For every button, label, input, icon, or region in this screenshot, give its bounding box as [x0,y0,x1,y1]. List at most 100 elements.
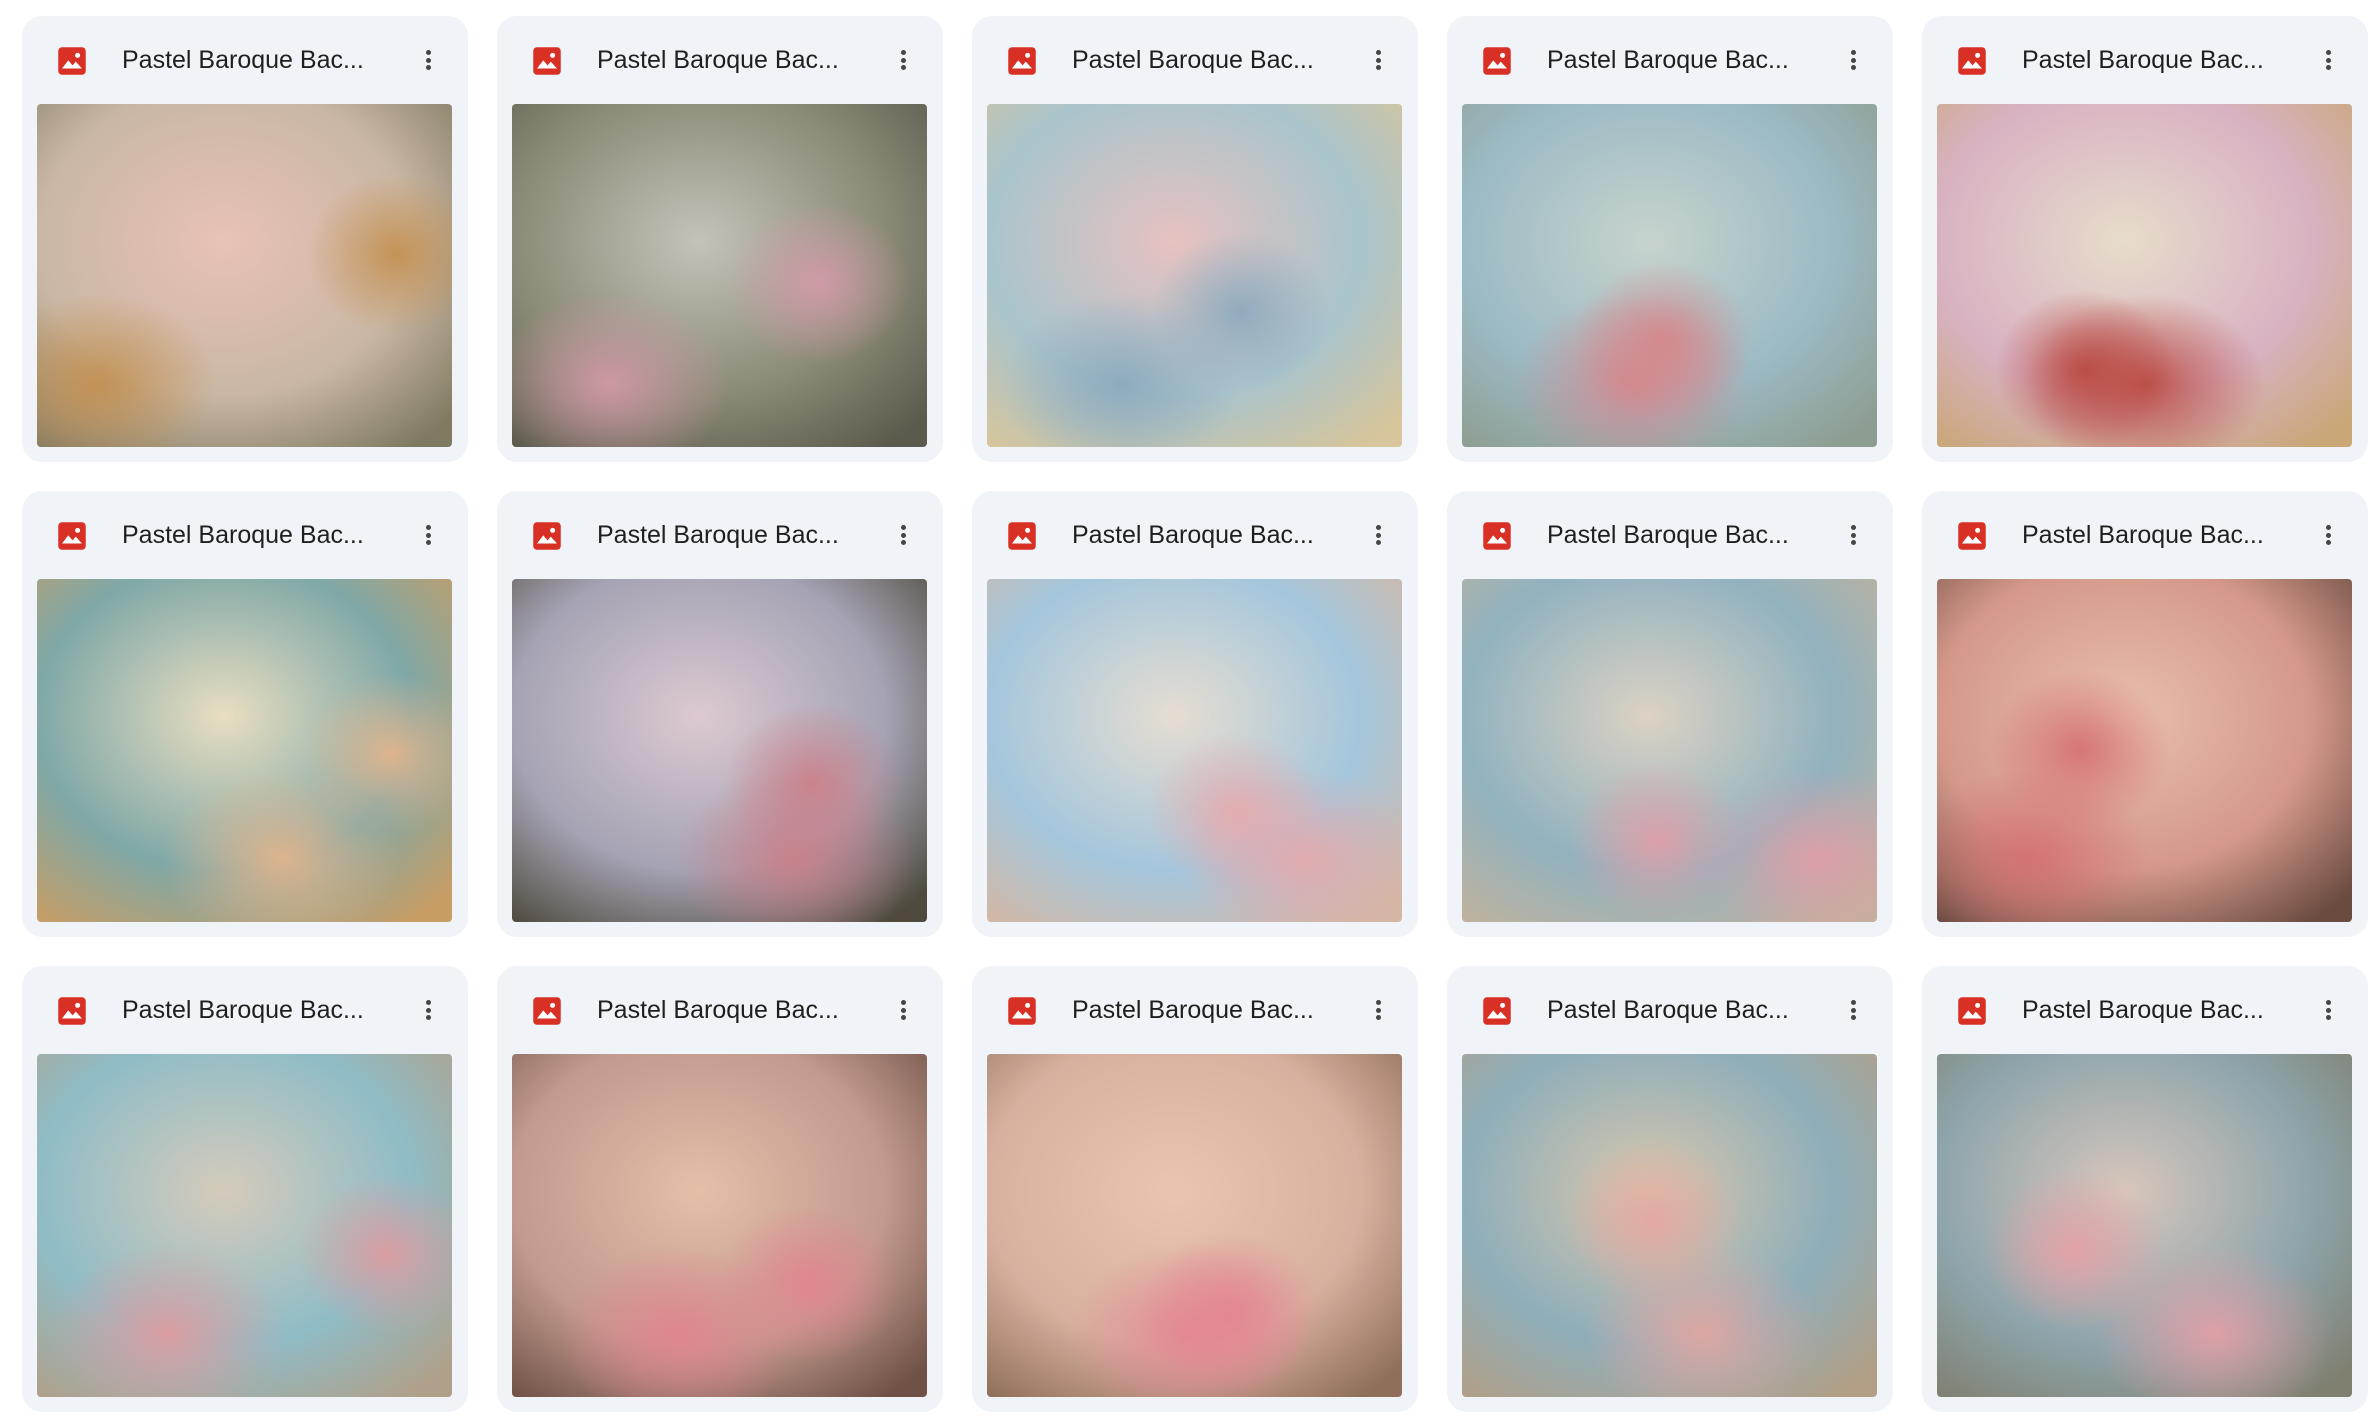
file-thumbnail[interactable] [1462,104,1877,447]
image-file-icon [1957,996,1987,1026]
image-file-icon [57,521,87,551]
file-card[interactable]: Pastel Baroque Bac... [22,966,468,1412]
file-card[interactable]: Pastel Baroque Bac... [972,966,1418,1412]
more-actions-button[interactable] [2306,988,2350,1032]
more-vert-icon [2325,523,2331,548]
more-vert-icon [425,523,431,548]
file-name: Pastel Baroque Bac... [1547,996,1789,1024]
image-file-icon [532,521,562,551]
file-thumbnail[interactable] [37,1054,452,1397]
file-thumbnail[interactable] [987,1054,1402,1397]
file-card-header: Pastel Baroque Bac... [1922,491,2368,579]
more-actions-button[interactable] [1356,38,1400,82]
file-card[interactable]: Pastel Baroque Bac... [22,491,468,937]
more-actions-button[interactable] [881,988,925,1032]
file-name: Pastel Baroque Bac... [122,46,364,74]
file-name: Pastel Baroque Bac... [122,521,364,549]
more-actions-button[interactable] [1356,988,1400,1032]
file-card-header: Pastel Baroque Bac... [1447,16,1893,104]
more-vert-icon [900,998,906,1023]
file-thumbnail[interactable] [512,1054,927,1397]
more-actions-button[interactable] [406,988,450,1032]
file-card[interactable]: Pastel Baroque Bac... [1447,491,1893,937]
file-thumbnail[interactable] [1462,1054,1877,1397]
file-thumbnail[interactable] [987,104,1402,447]
file-thumbnail[interactable] [512,104,927,447]
more-actions-button[interactable] [1831,513,1875,557]
more-vert-icon [900,523,906,548]
file-card-header: Pastel Baroque Bac... [497,16,943,104]
file-name: Pastel Baroque Bac... [2022,996,2264,1024]
file-thumbnail[interactable] [1937,1054,2352,1397]
more-vert-icon [1375,998,1381,1023]
file-name: Pastel Baroque Bac... [1072,46,1314,74]
file-card[interactable]: Pastel Baroque Bac... [497,16,943,462]
file-card-header: Pastel Baroque Bac... [1922,966,2368,1054]
file-card-header: Pastel Baroque Bac... [22,16,468,104]
file-grid: Pastel Baroque Bac... Pastel Baroque Bac.… [22,16,2368,1412]
file-card-header: Pastel Baroque Bac... [1447,966,1893,1054]
file-card-header: Pastel Baroque Bac... [22,966,468,1054]
file-thumbnail[interactable] [1462,579,1877,922]
image-file-icon [1007,521,1037,551]
more-vert-icon [1375,48,1381,73]
file-name: Pastel Baroque Bac... [1547,46,1789,74]
file-card-header: Pastel Baroque Bac... [1447,491,1893,579]
file-thumbnail[interactable] [1937,579,2352,922]
more-actions-button[interactable] [881,38,925,82]
file-thumbnail[interactable] [987,579,1402,922]
more-actions-button[interactable] [881,513,925,557]
file-name: Pastel Baroque Bac... [597,46,839,74]
image-file-icon [1957,521,1987,551]
file-name: Pastel Baroque Bac... [597,996,839,1024]
file-card-header: Pastel Baroque Bac... [22,491,468,579]
image-file-icon [57,46,87,76]
file-thumbnail[interactable] [512,579,927,922]
more-vert-icon [1850,523,1856,548]
image-file-icon [57,996,87,1026]
image-file-icon [1957,46,1987,76]
image-file-icon [1482,521,1512,551]
file-card-header: Pastel Baroque Bac... [1922,16,2368,104]
file-thumbnail[interactable] [37,579,452,922]
file-card[interactable]: Pastel Baroque Bac... [1922,16,2368,462]
more-vert-icon [425,998,431,1023]
file-name: Pastel Baroque Bac... [1072,521,1314,549]
more-actions-button[interactable] [2306,38,2350,82]
file-card-header: Pastel Baroque Bac... [972,966,1418,1054]
file-name: Pastel Baroque Bac... [1547,521,1789,549]
file-card[interactable]: Pastel Baroque Bac... [497,491,943,937]
file-card[interactable]: Pastel Baroque Bac... [1922,491,2368,937]
file-name: Pastel Baroque Bac... [122,996,364,1024]
file-card[interactable]: Pastel Baroque Bac... [497,966,943,1412]
file-card[interactable]: Pastel Baroque Bac... [1447,966,1893,1412]
file-card-header: Pastel Baroque Bac... [972,491,1418,579]
more-actions-button[interactable] [1356,513,1400,557]
more-actions-button[interactable] [2306,513,2350,557]
more-vert-icon [1850,48,1856,73]
image-file-icon [1007,996,1037,1026]
more-vert-icon [2325,48,2331,73]
image-file-icon [1007,46,1037,76]
file-card[interactable]: Pastel Baroque Bac... [1922,966,2368,1412]
more-actions-button[interactable] [1831,988,1875,1032]
file-card[interactable]: Pastel Baroque Bac... [972,16,1418,462]
file-card[interactable]: Pastel Baroque Bac... [22,16,468,462]
file-card[interactable]: Pastel Baroque Bac... [1447,16,1893,462]
file-thumbnail[interactable] [37,104,452,447]
file-card[interactable]: Pastel Baroque Bac... [972,491,1418,937]
more-actions-button[interactable] [406,513,450,557]
file-card-header: Pastel Baroque Bac... [497,491,943,579]
image-file-icon [532,46,562,76]
more-vert-icon [2325,998,2331,1023]
file-name: Pastel Baroque Bac... [597,521,839,549]
image-file-icon [532,996,562,1026]
more-vert-icon [1375,523,1381,548]
image-file-icon [1482,996,1512,1026]
more-actions-button[interactable] [1831,38,1875,82]
file-name: Pastel Baroque Bac... [2022,46,2264,74]
file-card-header: Pastel Baroque Bac... [497,966,943,1054]
more-actions-button[interactable] [406,38,450,82]
file-thumbnail[interactable] [1937,104,2352,447]
image-file-icon [1482,46,1512,76]
